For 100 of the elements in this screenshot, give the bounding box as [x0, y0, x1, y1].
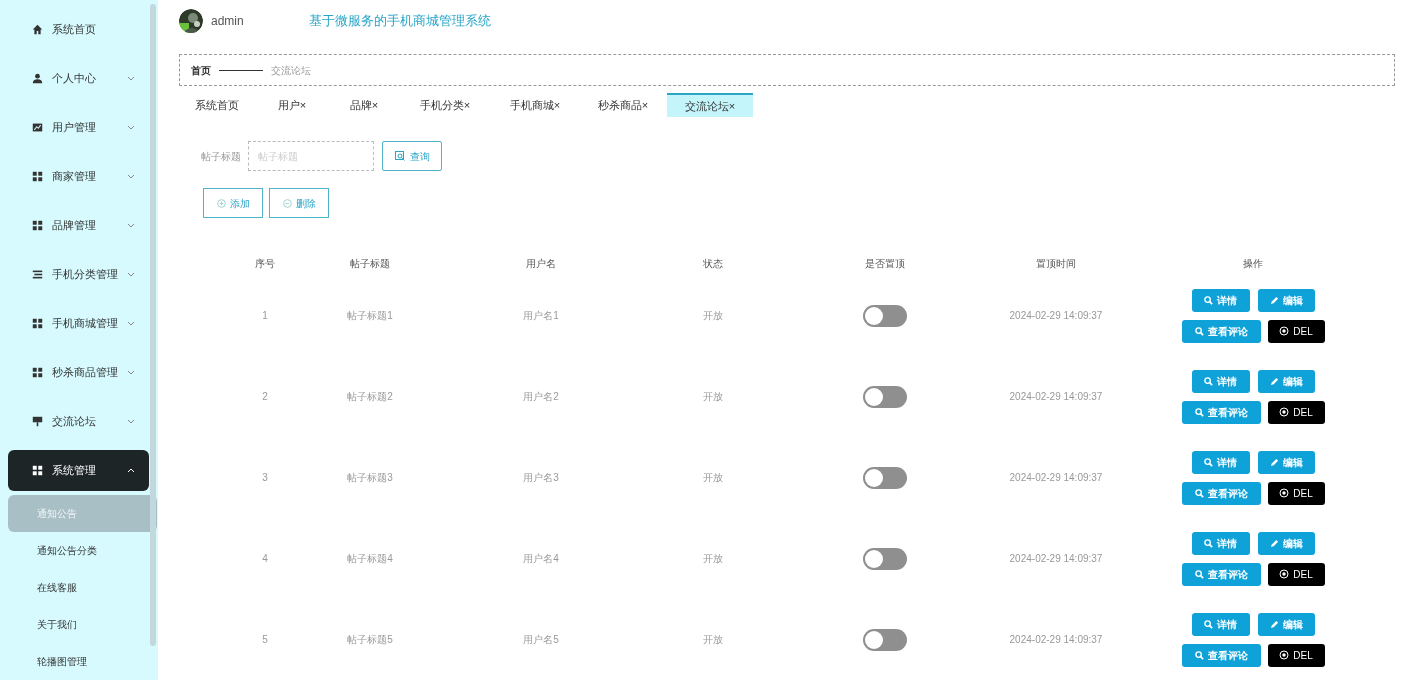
table-cell-text: 用户名4 — [522, 552, 560, 566]
table-cell-text: 帖子标题5 — [346, 633, 394, 647]
table-cell-text: 用户名1 — [522, 309, 560, 323]
search-icon — [1204, 295, 1213, 305]
table-cell-text: 用户名2 — [522, 390, 560, 404]
pencil-icon — [1269, 538, 1279, 548]
menu-item[interactable]: 个人中心 — [8, 58, 149, 99]
breadcrumb-current: 交流论坛 — [271, 63, 311, 78]
column-header: 帖子标题 — [349, 256, 391, 271]
chevron-down-icon — [127, 321, 135, 326]
grid-icon — [32, 465, 43, 476]
pencil-icon — [1269, 619, 1279, 629]
toggle-switch[interactable] — [863, 385, 907, 408]
table-cell-text: 2024-02-29 14:09:37 — [1008, 633, 1104, 647]
menu-item[interactable]: 秒杀商品管理 — [8, 352, 149, 393]
menu-item[interactable]: 品牌管理 — [8, 205, 149, 246]
table-cell-text: 开放 — [702, 552, 724, 566]
toggle-switch[interactable] — [863, 304, 907, 327]
tab[interactable]: 手机分类× — [399, 93, 491, 117]
chevron-down-icon — [127, 76, 135, 81]
menu-item[interactable]: 手机商城管理 — [8, 303, 149, 344]
search-icon — [1204, 538, 1213, 548]
tab[interactable]: 用户× — [255, 93, 329, 117]
search-icon — [1204, 457, 1213, 467]
menu-item[interactable]: 用户管理 — [8, 107, 149, 148]
table-cell-text: 1 — [261, 309, 269, 323]
minus-circle-icon — [282, 198, 292, 208]
grid-icon — [32, 171, 43, 182]
search-icon — [1204, 619, 1213, 629]
pencil-icon — [1269, 376, 1279, 386]
column-header: 操作 — [1242, 256, 1264, 271]
user-icon — [32, 73, 43, 84]
breadcrumb-link[interactable]: 首页 — [191, 62, 211, 78]
toggle-switch[interactable] — [863, 466, 907, 489]
username: admin — [211, 13, 245, 31]
table-cell-text: 开放 — [702, 390, 724, 404]
submenu-item[interactable]: 关于我们 — [8, 606, 157, 643]
delete-button[interactable]: DEL — [1267, 400, 1325, 424]
table-cell-text: 2024-02-29 14:09:37 — [1008, 390, 1104, 404]
delete-button[interactable]: DEL — [1267, 481, 1325, 505]
table-cell-text: 3 — [261, 471, 269, 485]
grid-icon — [32, 318, 43, 329]
tab[interactable]: 秒杀商品× — [579, 93, 667, 117]
menu-item[interactable]: 交流论坛 — [8, 401, 149, 442]
table-cell-text: 用户名5 — [522, 633, 560, 647]
chevron-down-icon — [127, 223, 135, 228]
delete-button[interactable]: DEL — [1267, 562, 1325, 586]
chart-icon — [32, 122, 43, 133]
chevron-down-icon — [127, 419, 135, 424]
table-cell-text: 2024-02-29 14:09:37 — [1008, 309, 1104, 323]
tab[interactable]: 品牌× — [329, 93, 399, 117]
table-cell-text: 开放 — [702, 471, 724, 485]
table-cell-text: 4 — [261, 552, 269, 566]
table-cell-text: 2 — [261, 390, 269, 404]
delete-button[interactable]: DEL — [1267, 319, 1325, 343]
pencil-icon — [1269, 457, 1279, 467]
search-icon — [1194, 569, 1204, 579]
column-header: 状态 — [702, 256, 724, 271]
menu-item[interactable]: 系统管理 — [8, 450, 149, 491]
table-cell-text: 开放 — [702, 309, 724, 323]
column-header: 是否置顶 — [864, 256, 906, 271]
scrollbar[interactable] — [150, 4, 156, 646]
search-icon — [1204, 376, 1213, 386]
table-cell-text: 帖子标题4 — [346, 552, 394, 566]
system-title: 基于微服务的手机商城管理系统 — [309, 12, 491, 31]
delete-button[interactable]: DEL — [1267, 643, 1325, 667]
chevron-up-icon — [127, 468, 135, 473]
plus-circle-icon — [216, 198, 226, 208]
table-cell-text: 5 — [261, 633, 269, 647]
table-cell-text: 帖子标题3 — [346, 471, 394, 485]
tab[interactable]: 交流论坛× — [667, 93, 753, 117]
field-label: 帖子标题 — [201, 149, 241, 164]
grid-icon — [32, 367, 43, 378]
menu-item[interactable]: 商家管理 — [8, 156, 149, 197]
table-cell-text: 2024-02-29 14:09:37 — [1008, 471, 1104, 485]
chevron-down-icon — [127, 272, 135, 277]
menu-item[interactable]: 手机分类管理 — [8, 254, 149, 295]
column-header: 用户名 — [525, 256, 557, 271]
pencil-icon — [1269, 295, 1279, 305]
search-icon — [1194, 488, 1204, 498]
tab[interactable]: 系统首页 — [179, 93, 255, 117]
signpost-icon — [32, 416, 43, 427]
column-header: 序号 — [254, 256, 276, 271]
tab[interactable]: 手机商城× — [491, 93, 579, 117]
table-cell-text: 帖子标题1 — [346, 309, 394, 323]
search-icon — [394, 151, 405, 161]
target-icon — [1279, 326, 1290, 336]
table-cell-text: 用户名3 — [522, 471, 560, 485]
table-cell-text: 2024-02-29 14:09:37 — [1008, 552, 1104, 566]
toggle-switch[interactable] — [863, 547, 907, 570]
submenu-item[interactable]: 在线客服 — [8, 569, 157, 606]
submenu-item[interactable]: 通知公告分类 — [8, 532, 157, 569]
table-cell-text: 帖子标题2 — [346, 390, 394, 404]
toggle-switch[interactable] — [863, 628, 907, 651]
list-icon — [32, 269, 43, 280]
submenu-item[interactable]: 轮播图管理 — [8, 643, 157, 680]
chevron-down-icon — [127, 174, 135, 179]
menu-item[interactable]: 系统首页 — [8, 9, 149, 50]
chevron-down-icon — [127, 125, 135, 130]
target-icon — [1279, 569, 1290, 579]
